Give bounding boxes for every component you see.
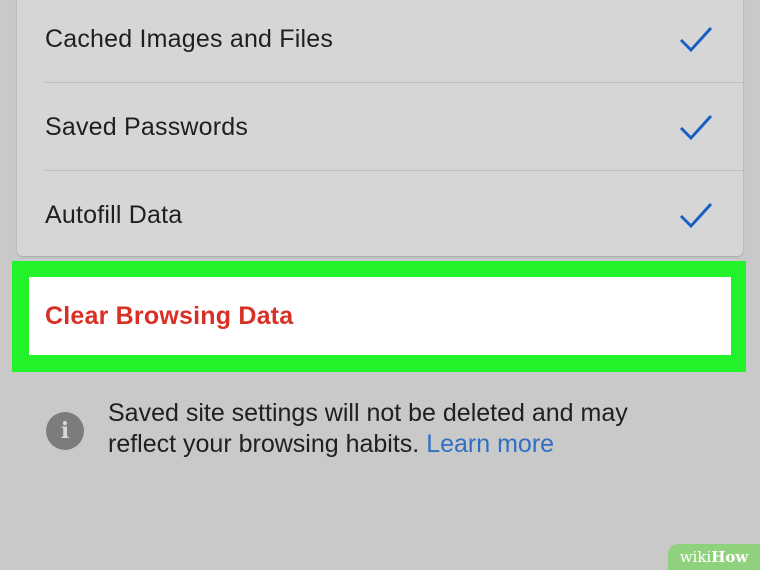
clear-browsing-data-button[interactable]: Clear Browsing Data [29, 277, 731, 355]
option-saved-passwords[interactable]: Saved Passwords [45, 83, 715, 171]
check-icon[interactable] [677, 196, 715, 234]
option-autofill-data[interactable]: Autofill Data [45, 171, 715, 259]
option-label: Saved Passwords [45, 112, 249, 141]
logo-text-how: How [711, 548, 749, 566]
logo-text-wiki: wiki [679, 548, 712, 566]
check-icon[interactable] [677, 108, 715, 146]
info-notice: i Saved site settings will not be delete… [46, 398, 686, 460]
check-icon[interactable] [677, 20, 715, 58]
data-types-card: Cached Images and Files Saved Passwords … [17, 0, 743, 256]
option-label: Autofill Data [45, 200, 183, 229]
info-icon: i [46, 412, 84, 450]
wikihow-logo: wiki How [668, 544, 760, 570]
option-label: Cached Images and Files [45, 24, 334, 53]
option-cached-images-files[interactable]: Cached Images and Files [45, 0, 715, 83]
info-text: Saved site settings will not be deleted … [108, 398, 686, 460]
learn-more-link[interactable]: Learn more [426, 430, 554, 458]
clear-browsing-data-label: Clear Browsing Data [45, 301, 294, 330]
